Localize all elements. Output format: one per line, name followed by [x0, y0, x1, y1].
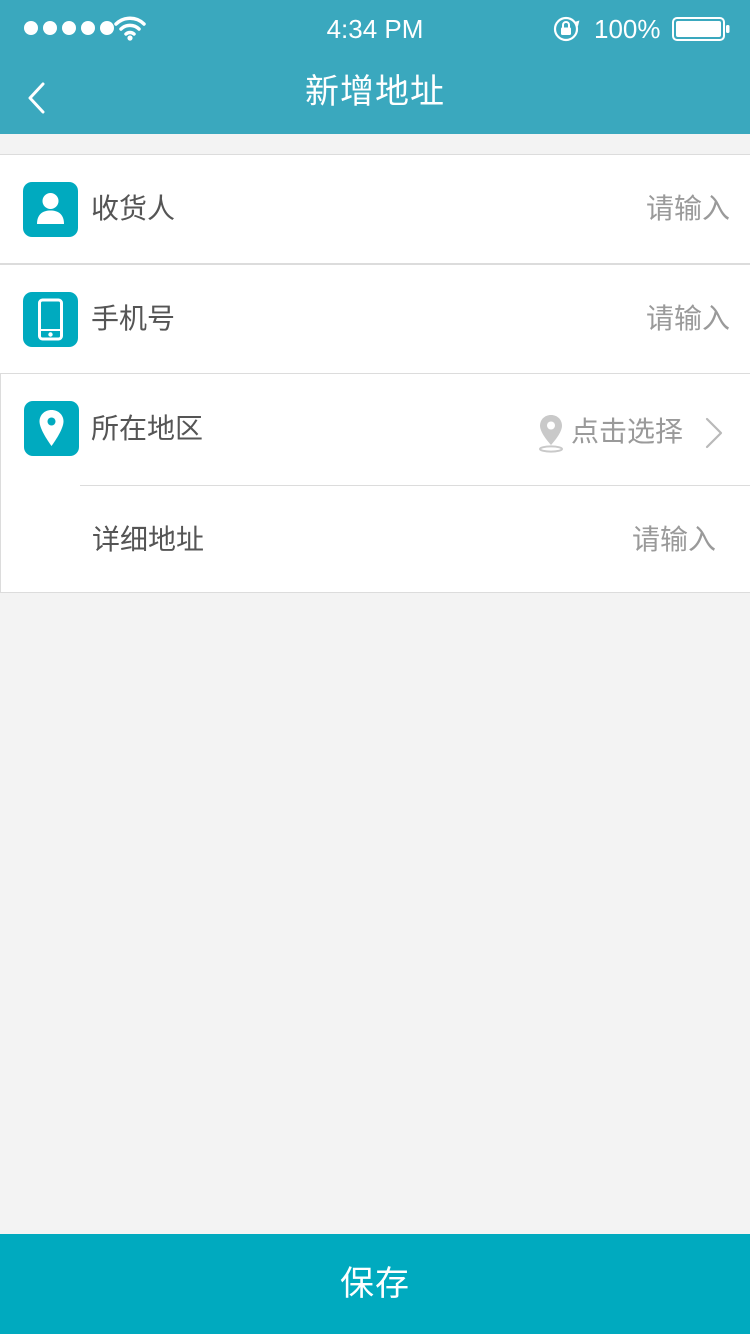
- battery-percentage: 100%: [594, 14, 661, 44]
- save-button[interactable]: 保存: [0, 1234, 750, 1334]
- address-detail-label: 详细地址: [92, 523, 205, 556]
- receiver-row[interactable]: 收货人: [0, 155, 750, 263]
- phone-row[interactable]: 手机号: [0, 265, 750, 373]
- map-pin-icon: [539, 415, 563, 453]
- region-label: 所在地区: [91, 412, 204, 445]
- chevron-left-icon: [28, 82, 45, 114]
- chevron-right-icon: [705, 417, 723, 449]
- region-select-text: 点击选择: [571, 415, 684, 448]
- location-icon: [24, 401, 79, 456]
- mobile-phone-icon: [23, 292, 78, 347]
- receiver-section: 收货人: [0, 154, 750, 265]
- phone-section: 手机号: [0, 265, 750, 373]
- app-header: 4:34 PM 100% 新增地址: [0, 0, 750, 134]
- region-row[interactable]: 所在地区 点击选择: [1, 374, 750, 485]
- receiver-label: 收货人: [91, 192, 176, 225]
- page-title: 新增地址: [305, 72, 445, 112]
- person-icon: [23, 182, 78, 237]
- address-detail-row[interactable]: 详细地址: [1, 486, 750, 592]
- phone-label: 手机号: [91, 302, 176, 335]
- address-section: 所在地区 点击选择 详细地址: [0, 373, 750, 593]
- rotation-lock-icon: [553, 16, 580, 42]
- back-button[interactable]: [14, 68, 64, 124]
- navigation-bar: 新增地址: [0, 58, 750, 134]
- status-bar: 4:34 PM 100%: [0, 0, 750, 58]
- address-detail-input[interactable]: [456, 523, 716, 557]
- phone-input[interactable]: [470, 302, 730, 336]
- battery-icon: [672, 17, 730, 41]
- receiver-input[interactable]: [470, 192, 730, 226]
